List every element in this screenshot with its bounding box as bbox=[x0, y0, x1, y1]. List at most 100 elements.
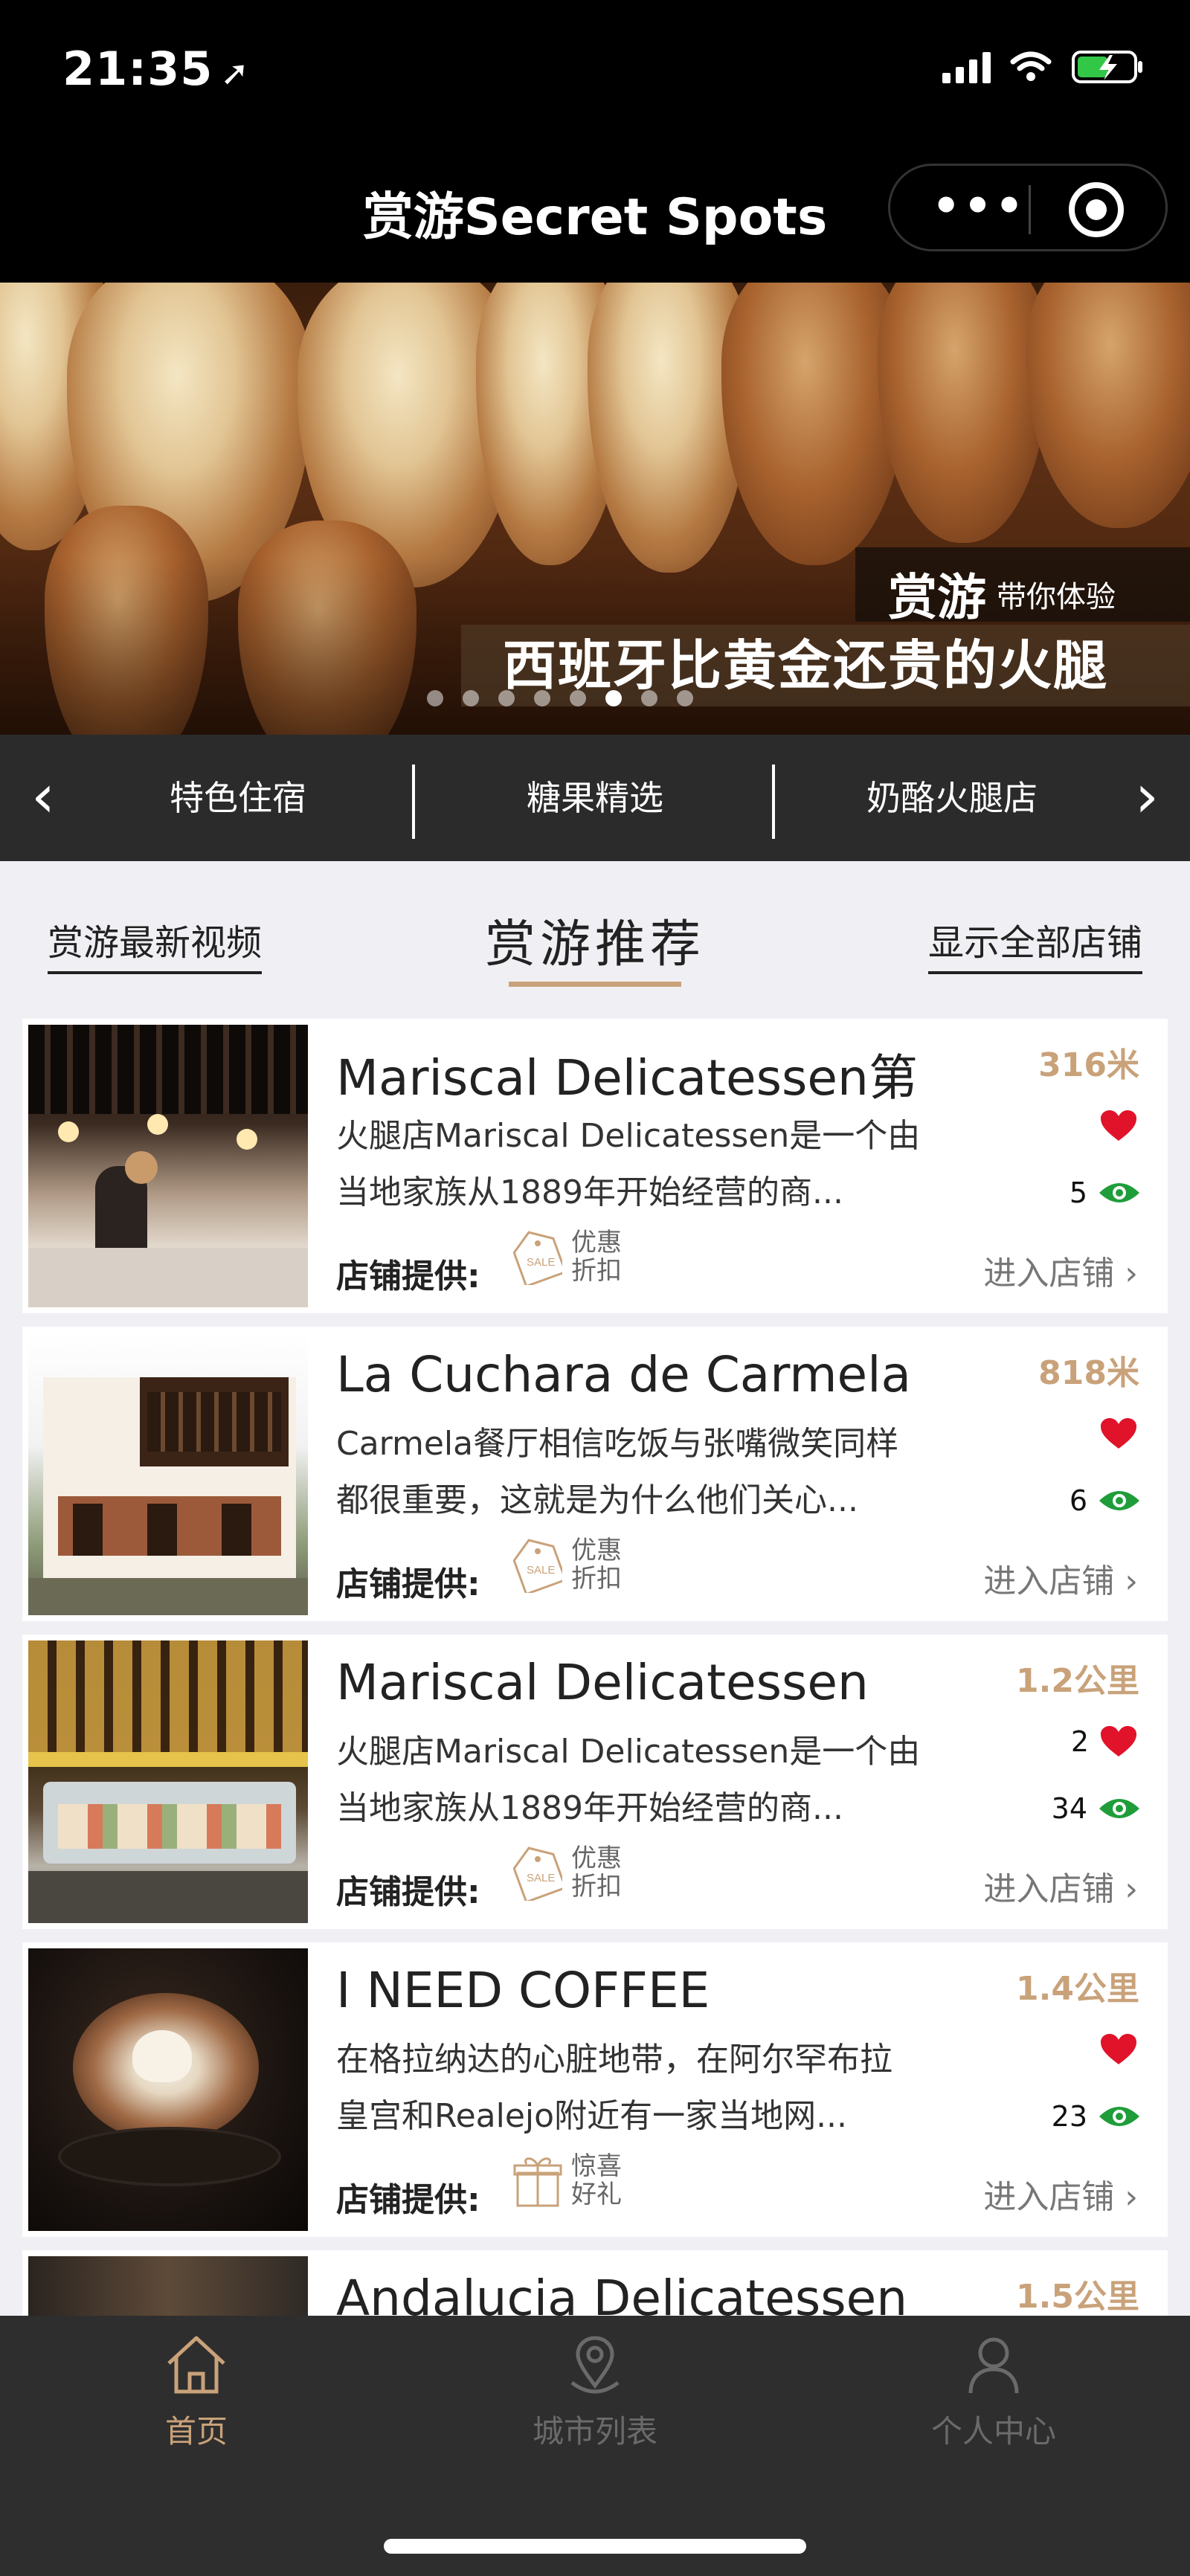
likes[interactable] bbox=[1089, 1417, 1138, 1450]
gift-icon bbox=[513, 2157, 562, 2207]
ham-image bbox=[1026, 283, 1190, 528]
shop-card[interactable]: La Cuchara de Carmela Carmela餐厅相信吃饭与张嘴微笑… bbox=[22, 1327, 1168, 1621]
svg-text:SALE: SALE bbox=[527, 1256, 555, 1269]
likes[interactable] bbox=[1089, 2033, 1138, 2066]
more-dots-icon[interactable]: ••• bbox=[932, 184, 1026, 228]
shop-tag: SALE 优惠 折扣 bbox=[513, 1536, 622, 1593]
enter-shop-link[interactable]: 进入店铺 › bbox=[983, 1862, 1138, 1910]
carousel-dot[interactable] bbox=[605, 690, 622, 706]
shop-title: Mariscal Delicatessen bbox=[336, 1654, 869, 1711]
category-item[interactable]: 糖果精选 bbox=[461, 735, 729, 861]
heart-icon bbox=[1101, 1726, 1136, 1756]
shop-card[interactable]: I NEED COFFEE 在格拉纳达的心脏地带，在阿尔罕布拉 皇宫和Reale… bbox=[22, 1942, 1168, 2237]
user-icon bbox=[968, 2337, 1019, 2394]
tab-profile[interactable]: 个人中心 bbox=[882, 2334, 1105, 2452]
carousel-dot[interactable] bbox=[534, 690, 550, 706]
show-all-shops-link[interactable]: 显示全部店铺 bbox=[927, 913, 1142, 974]
tag-line: 惊喜 bbox=[571, 2151, 622, 2181]
desc-line: 都很重要，这就是为什么他们关心... bbox=[336, 1481, 858, 1519]
likes-count: 2 bbox=[1070, 1725, 1089, 1758]
chevron-right-icon: › bbox=[1125, 2178, 1138, 2216]
banner-caption-big: 赏游 bbox=[888, 569, 986, 626]
views-count: 6 bbox=[1069, 1484, 1087, 1517]
shop-distance: 1.4公里 bbox=[1016, 1970, 1139, 2008]
tag-line: 优惠 bbox=[571, 1228, 622, 1258]
desc-line: 当地家族从1889年开始经营的商... bbox=[336, 1789, 843, 1827]
cellular-signal-icon bbox=[942, 51, 991, 83]
tab-home[interactable]: 首页 bbox=[85, 2334, 308, 2452]
battery-charging-icon bbox=[1071, 49, 1145, 85]
enter-shop-link[interactable]: 进入店铺 › bbox=[983, 1246, 1138, 1294]
provider-label: 店铺提供: bbox=[336, 2181, 480, 2219]
shop-description: 火腿店Mariscal Delicatessen是一个由 当地家族从1889年开… bbox=[336, 1724, 976, 1837]
carousel-dot[interactable] bbox=[677, 690, 693, 706]
shop-title: Andalucia Delicatessen bbox=[336, 2270, 908, 2316]
likes[interactable] bbox=[1089, 1110, 1138, 1142]
target-circle-icon[interactable] bbox=[1069, 182, 1124, 237]
hero-banner[interactable]: 赏游 带你体验 西班牙比黄金还贵的火腿 bbox=[0, 283, 1190, 735]
heart-icon bbox=[1101, 1110, 1136, 1141]
location-arrow-icon: ➚ bbox=[220, 53, 250, 93]
shop-card[interactable]: Andalucia Delicatessen 1.5公里 bbox=[22, 2250, 1168, 2316]
shop-title: I NEED COFFEE bbox=[336, 1962, 710, 2019]
tab-city-list[interactable]: 城市列表 bbox=[483, 2334, 707, 2452]
shop-tag: 惊喜 好礼 bbox=[513, 2152, 622, 2209]
shop-distance: 316米 bbox=[1038, 1046, 1139, 1084]
section-tabs: 赏游最新视频 赏游推荐 显示全部店铺 bbox=[0, 861, 1190, 1010]
shop-title: Mariscal Delicatessen第 bbox=[336, 1049, 918, 1107]
shop-description: 火腿店Mariscal Delicatessen是一个由 当地家族从1889年开… bbox=[336, 1108, 976, 1221]
tag-text: 优惠 折扣 bbox=[571, 1536, 622, 1593]
eye-icon bbox=[1099, 1491, 1139, 1510]
enter-shop-link[interactable]: 进入店铺 › bbox=[983, 2170, 1138, 2218]
views: 34 bbox=[1052, 1792, 1141, 1825]
carousel-dot[interactable] bbox=[427, 690, 443, 706]
likes[interactable]: 2 bbox=[1071, 1725, 1138, 1758]
enter-shop-link[interactable]: 进入店铺 › bbox=[983, 1554, 1138, 1602]
banner-caption-small: 带你体验 bbox=[997, 580, 1116, 614]
chevron-right-icon[interactable]: › bbox=[1135, 763, 1159, 830]
chevron-right-icon: › bbox=[1125, 1870, 1138, 1908]
chevron-right-icon: › bbox=[1125, 1255, 1138, 1292]
ham-image bbox=[878, 283, 1049, 543]
category-item[interactable]: 特色住宿 bbox=[104, 735, 372, 861]
tag-text: 优惠 折扣 bbox=[571, 1844, 622, 1901]
shop-image bbox=[28, 1640, 308, 1923]
tag-line: 优惠 bbox=[571, 1844, 622, 1873]
tab-home-label: 首页 bbox=[164, 2413, 228, 2450]
carousel-dot[interactable] bbox=[463, 690, 479, 706]
heart-icon bbox=[1101, 1418, 1136, 1449]
mini-program-capsule: ••• bbox=[888, 164, 1168, 251]
shop-description: Carmela餐厅相信吃饭与张嘴微笑同样 都很重要，这就是为什么他们关心... bbox=[336, 1416, 976, 1529]
desc-line: 当地家族从1889年开始经营的商... bbox=[336, 1173, 843, 1211]
heart-icon bbox=[1101, 2034, 1136, 2064]
status-bar: 21:35 ➚ bbox=[0, 0, 1190, 141]
location-pin-icon bbox=[570, 2336, 620, 2394]
enter-shop-label: 进入店铺 bbox=[983, 1870, 1115, 1908]
enter-shop-label: 进入店铺 bbox=[983, 2178, 1115, 2216]
chevron-left-icon[interactable]: ‹ bbox=[31, 763, 55, 830]
category-bar: ‹ 特色住宿 糖果精选 奶酪火腿店 › bbox=[0, 735, 1190, 861]
desc-line: 在格拉纳达的心脏地带，在阿尔罕布拉 bbox=[336, 2041, 892, 2078]
shop-card[interactable]: Mariscal Delicatessen 火腿店Mariscal Delica… bbox=[22, 1635, 1168, 1929]
chevron-right-icon: › bbox=[1125, 1562, 1138, 1600]
nav-bar: 赏游Secret Spots ••• bbox=[0, 141, 1190, 283]
views: 5 bbox=[1070, 1176, 1141, 1209]
shop-tag: SALE 优惠 折扣 bbox=[513, 1229, 622, 1285]
carousel-indicators bbox=[427, 690, 693, 706]
tag-line: 折扣 bbox=[571, 1564, 622, 1594]
carousel-dot[interactable] bbox=[498, 690, 515, 706]
shop-image bbox=[28, 1948, 308, 2231]
shop-distance: 1.5公里 bbox=[1016, 2278, 1139, 2316]
views-count: 5 bbox=[1069, 1176, 1087, 1209]
carousel-dot[interactable] bbox=[570, 690, 586, 706]
shop-title: La Cuchara de Carmela bbox=[336, 1346, 911, 1403]
category-item[interactable]: 奶酪火腿店 bbox=[818, 735, 1086, 861]
views: 6 bbox=[1070, 1484, 1141, 1517]
carousel-dot[interactable] bbox=[641, 690, 657, 706]
category-divider bbox=[412, 764, 415, 839]
desc-line: 火腿店Mariscal Delicatessen是一个由 bbox=[336, 1733, 921, 1771]
tab-active-underline bbox=[509, 982, 681, 987]
home-indicator[interactable] bbox=[384, 2539, 806, 2554]
eye-icon bbox=[1099, 2107, 1139, 2126]
shop-card[interactable]: Mariscal Delicatessen第 火腿店Mariscal Delic… bbox=[22, 1019, 1168, 1313]
